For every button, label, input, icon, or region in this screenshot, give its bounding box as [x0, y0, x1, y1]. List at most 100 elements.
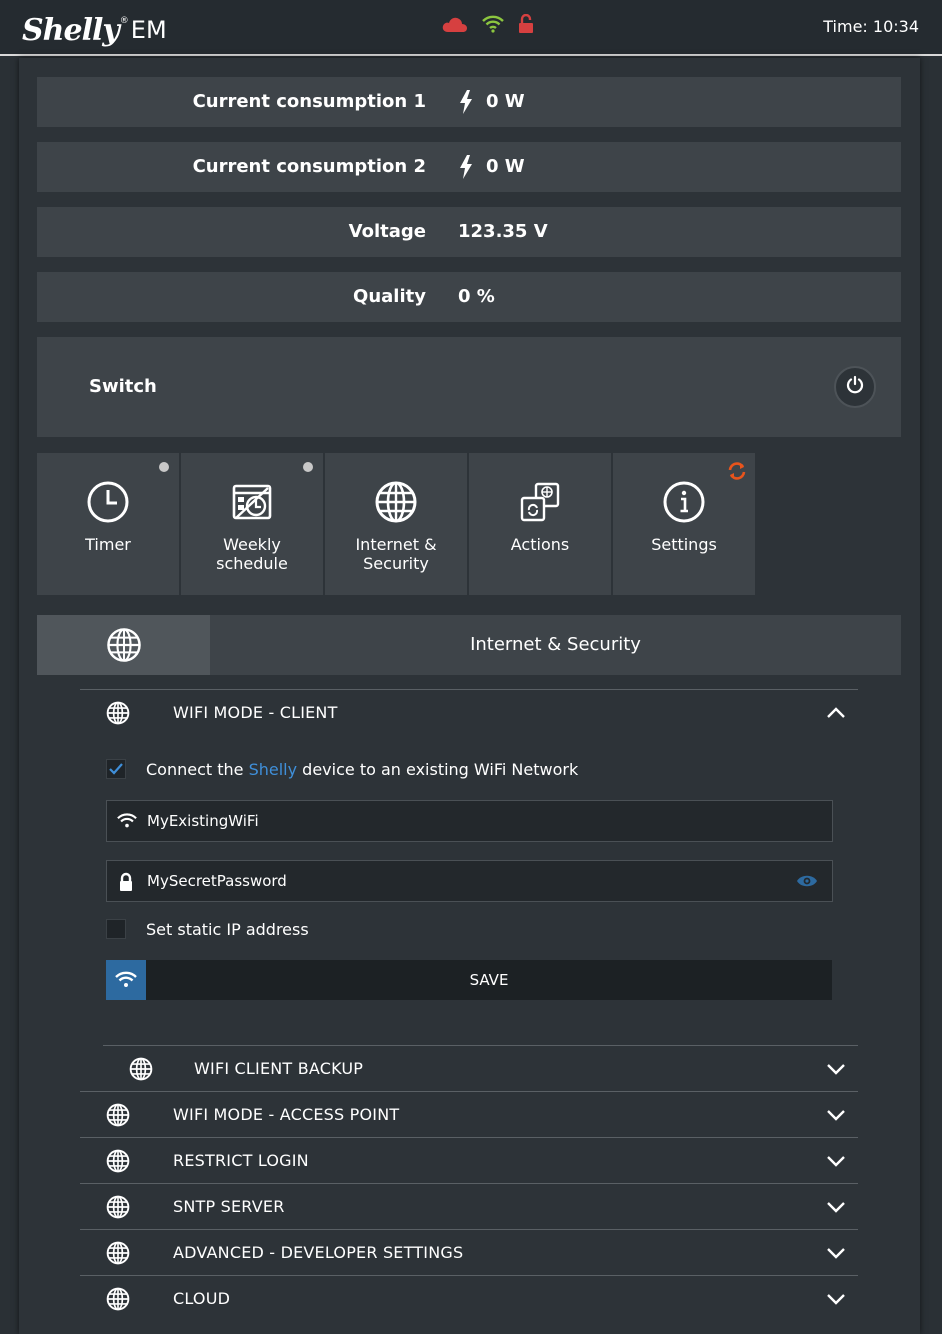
tile-timer[interactable]: Timer — [37, 453, 179, 595]
tile-label: Weekly schedule — [216, 535, 288, 573]
shelly-logo: Shelly ® EM — [22, 8, 167, 48]
status-dot — [159, 462, 169, 472]
calendar-icon — [230, 479, 274, 525]
reading-label: Voltage — [348, 221, 426, 242]
reading-label: Quality — [353, 286, 426, 307]
save-label: SAVE — [469, 971, 509, 989]
reading-current-1: Current consumption 1 0 W — [37, 77, 901, 127]
accordion-advanced-developer[interactable]: ADVANCED - DEVELOPER SETTINGS — [80, 1229, 858, 1275]
clock-time: Time: 10:34 — [823, 17, 919, 36]
accordion-wifi-client[interactable]: WIFI MODE - CLIENT — [80, 689, 858, 735]
logo-registered-mark: ® — [119, 16, 129, 26]
static-ip-label: Set static IP address — [146, 919, 309, 939]
accordion-restrict-login[interactable]: RESTRICT LOGIN — [80, 1137, 858, 1183]
power-icon — [845, 375, 865, 399]
accordion-title: WIFI CLIENT BACKUP — [194, 1059, 364, 1078]
brand-text: Shelly — [248, 759, 298, 779]
password-input[interactable] — [147, 861, 787, 901]
reading-value-text: 0 W — [486, 156, 525, 177]
tile-label: Internet & Security — [355, 535, 437, 573]
reading-label: Current consumption 1 — [192, 91, 426, 112]
connect-wifi-label: Connect the Shelly device to an existing… — [146, 760, 578, 779]
globe-icon — [106, 1149, 130, 1177]
reading-quality: Quality 0 % — [37, 272, 901, 322]
globe-icon — [37, 615, 210, 675]
chevron-down-icon[interactable] — [826, 1244, 846, 1266]
reading-value-text: 123.35 V — [458, 221, 548, 242]
reading-current-2: Current consumption 2 0 W — [37, 142, 901, 192]
connect-wifi-checkbox[interactable] — [106, 759, 126, 779]
ssid-input[interactable] — [147, 801, 787, 841]
accordion-title: ADVANCED - DEVELOPER SETTINGS — [173, 1243, 464, 1262]
lock-open-icon — [518, 13, 534, 38]
eye-icon[interactable] — [796, 873, 818, 893]
reading-value: 0 W — [458, 77, 525, 127]
main-panel: Current consumption 1 0 W Current consum… — [19, 58, 920, 1334]
actions-icon — [518, 479, 562, 525]
chevron-down-icon[interactable] — [826, 1198, 846, 1220]
globe-icon — [106, 1241, 130, 1269]
logo-suffix: EM — [130, 16, 167, 44]
ssid-field — [106, 800, 833, 842]
globe-icon — [374, 479, 418, 525]
static-ip-row: Set static IP address — [106, 917, 309, 941]
feature-tiles: Timer Weekly schedule Internet & Securit… — [37, 453, 755, 595]
tile-weekly-schedule[interactable]: Weekly schedule — [181, 453, 323, 595]
globe-icon — [106, 701, 130, 729]
connect-text-pre: Connect the — [146, 759, 249, 779]
accordion-title: SNTP SERVER — [173, 1197, 285, 1216]
globe-icon — [106, 1287, 130, 1315]
sync-icon — [727, 461, 747, 485]
password-field — [106, 860, 833, 902]
static-ip-checkbox[interactable] — [106, 919, 126, 939]
cloud-icon — [442, 15, 468, 37]
chevron-down-icon[interactable] — [826, 1060, 846, 1082]
globe-icon — [106, 1195, 130, 1223]
info-icon — [662, 479, 706, 525]
accordion-title: RESTRICT LOGIN — [173, 1151, 309, 1170]
chevron-down-icon[interactable] — [826, 1152, 846, 1174]
switch-label: Switch — [89, 376, 157, 397]
chevron-up-icon[interactable] — [826, 704, 846, 726]
section-header: Internet & Security — [37, 615, 901, 675]
reading-label: Current consumption 2 — [192, 156, 426, 177]
accordion-wifi-access-point[interactable]: WIFI MODE - ACCESS POINT — [80, 1091, 858, 1137]
tile-label: Actions — [510, 535, 570, 554]
reading-value-text: 0 % — [458, 286, 495, 307]
chevron-down-icon[interactable] — [826, 1106, 846, 1128]
bolt-icon — [458, 155, 474, 179]
reading-value-text: 0 W — [486, 91, 525, 112]
wifi-icon — [482, 15, 504, 37]
save-button[interactable]: SAVE — [106, 960, 832, 1000]
status-dot — [303, 462, 313, 472]
connect-wifi-row: Connect the Shelly device to an existing… — [106, 757, 578, 781]
power-button[interactable] — [834, 366, 876, 408]
accordion-title: CLOUD — [173, 1289, 231, 1308]
accordion-title: WIFI MODE - CLIENT — [173, 703, 338, 722]
accordion-sntp-server[interactable]: SNTP SERVER — [80, 1183, 858, 1229]
tile-actions[interactable]: Actions — [469, 453, 611, 595]
section-title: Internet & Security — [470, 634, 641, 655]
reading-voltage: Voltage 123.35 V — [37, 207, 901, 257]
lock-icon — [117, 872, 135, 896]
status-icons — [442, 13, 534, 38]
switch-row: Switch — [37, 337, 901, 437]
tile-settings[interactable]: Settings — [613, 453, 755, 595]
tile-label: Timer — [85, 535, 131, 554]
accordion-title: WIFI MODE - ACCESS POINT — [173, 1105, 400, 1124]
bolt-icon — [458, 90, 474, 114]
accordion-cloud[interactable]: CLOUD — [80, 1275, 858, 1321]
accordion-wifi-client-backup[interactable]: WIFI CLIENT BACKUP — [103, 1045, 858, 1091]
wifi-icon — [106, 960, 146, 1000]
top-bar: Shelly ® EM Time: 10:34 — [0, 0, 942, 56]
globe-icon — [106, 1103, 130, 1131]
tile-label: Settings — [651, 535, 717, 554]
wifi-icon — [117, 812, 137, 834]
logo-script: Shelly — [22, 13, 120, 48]
clock-icon — [86, 479, 130, 525]
tile-internet-security[interactable]: Internet & Security — [325, 453, 467, 595]
connect-text-post: device to an existing WiFi Network — [297, 759, 579, 779]
globe-icon — [129, 1057, 153, 1085]
reading-value: 0 W — [458, 142, 525, 192]
chevron-down-icon[interactable] — [826, 1290, 846, 1312]
